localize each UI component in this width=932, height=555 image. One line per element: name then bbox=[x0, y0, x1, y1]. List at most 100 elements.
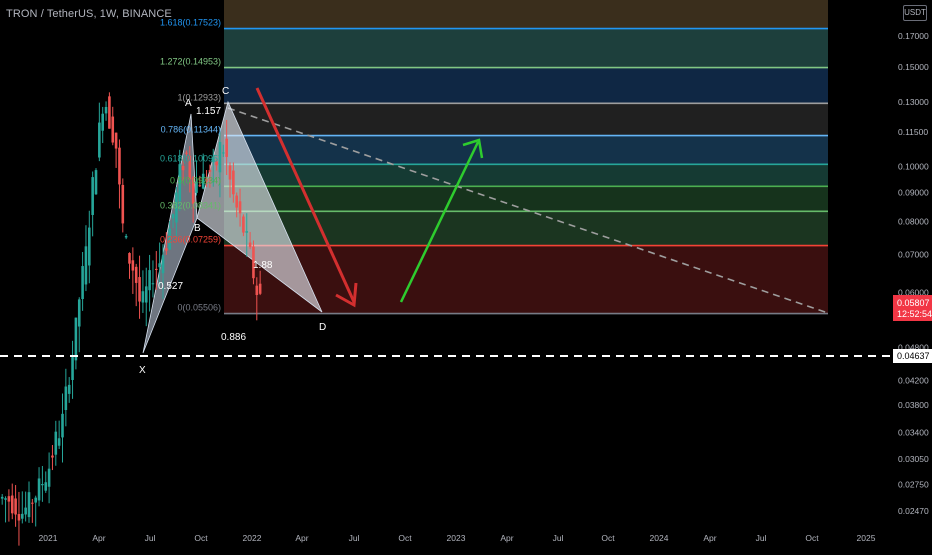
y-axis-tick-label: 0.03050 bbox=[898, 454, 929, 464]
price-axis: 0.17000 0.15000 0.13000 0.11500 0.10000 0.090… bbox=[898, 31, 929, 516]
candle-body bbox=[151, 283, 155, 285]
symbol-title[interactable]: TRON / TetherUS, 1W, BINANCE bbox=[6, 8, 172, 20]
fib-level-label: 1(0.12933) bbox=[177, 92, 221, 102]
hline-price-value: 0.04637 bbox=[897, 351, 930, 361]
y-axis-tick-label: 0.13000 bbox=[898, 97, 929, 107]
candle-body bbox=[54, 431, 58, 455]
x-axis-tick-label: Jul bbox=[756, 533, 767, 543]
fib-level-label: 0.382(0.08341) bbox=[160, 200, 221, 210]
y-axis-tick-label: 0.03800 bbox=[898, 400, 929, 410]
candle-body bbox=[235, 195, 238, 208]
x-axis-tick-label: Apr bbox=[703, 533, 716, 543]
candle-body bbox=[242, 216, 245, 233]
fib-zone bbox=[224, 67, 828, 104]
ratio-abc-label: 1.157 bbox=[196, 106, 221, 117]
candle-body bbox=[158, 263, 161, 268]
point-d-label: D bbox=[319, 322, 326, 333]
candle-body bbox=[81, 266, 84, 300]
candle-body bbox=[155, 268, 158, 270]
y-axis-tick-label: 0.15000 bbox=[898, 62, 929, 72]
point-x-label: X bbox=[139, 365, 146, 376]
candle-body bbox=[77, 299, 81, 327]
point-c-label: C bbox=[222, 86, 229, 97]
candle-body bbox=[171, 214, 175, 219]
candle-body bbox=[148, 270, 151, 291]
candle-body bbox=[7, 496, 11, 502]
candle-body bbox=[71, 357, 74, 380]
candle-body bbox=[10, 495, 14, 514]
x-axis-tick-label: Apr bbox=[295, 533, 308, 543]
x-axis-tick-label: Oct bbox=[805, 533, 819, 543]
chart[interactable]: X A B C D 0.527 1.157 1.88 0.886 1.618(0… bbox=[0, 0, 932, 550]
point-b-label: B bbox=[194, 223, 201, 234]
y-axis-tick-label: 0.08000 bbox=[898, 217, 929, 227]
candle-body bbox=[98, 122, 101, 158]
candle-body bbox=[121, 184, 125, 224]
candle-body bbox=[101, 113, 104, 131]
candle-body bbox=[131, 260, 135, 271]
fib-level-label: 0(0.05506) bbox=[177, 303, 221, 313]
x-axis-tick-label: 2021 bbox=[39, 533, 58, 543]
candle-body bbox=[14, 498, 17, 515]
fib-level-label: 0.236(0.07259) bbox=[160, 235, 221, 245]
candle-body bbox=[31, 502, 34, 504]
fib-level-label: 0.618(0.10095) bbox=[160, 153, 221, 163]
ratio-bcd-label: 1.88 bbox=[253, 260, 273, 271]
candle-body bbox=[67, 384, 71, 394]
candle-body bbox=[258, 283, 262, 294]
x-axis-tick-label: Oct bbox=[194, 533, 208, 543]
x-axis-tick-label: 2024 bbox=[650, 533, 669, 543]
x-axis-tick-label: 2023 bbox=[447, 533, 466, 543]
x-axis-tick-label: 2022 bbox=[243, 533, 262, 543]
candle-body bbox=[61, 413, 64, 438]
fib-zone-top bbox=[224, 0, 828, 29]
candle-body bbox=[94, 170, 98, 195]
candle-body bbox=[44, 482, 48, 491]
y-axis-tick-label: 0.09000 bbox=[898, 188, 929, 198]
currency-badge[interactable]: USDT bbox=[903, 5, 927, 21]
y-axis-tick-label: 0.03400 bbox=[898, 427, 929, 437]
ratio-xab-label: 0.527 bbox=[158, 281, 183, 292]
x-axis-tick-label: Oct bbox=[398, 533, 412, 543]
price-tags: 0.05807 12:52:54 0.04637 bbox=[893, 295, 932, 363]
candle-body bbox=[118, 147, 121, 185]
candle-body bbox=[74, 317, 78, 361]
candle-body bbox=[91, 177, 94, 215]
y-axis-tick-label: 0.02750 bbox=[898, 480, 929, 490]
candle-body bbox=[24, 507, 27, 515]
candle-body bbox=[4, 498, 7, 500]
candle-body bbox=[208, 170, 212, 172]
candle-body bbox=[222, 152, 225, 154]
fib-zone bbox=[224, 135, 828, 165]
candle-body bbox=[248, 242, 252, 248]
x-axis-tick-label: Jul bbox=[145, 533, 156, 543]
chart-canvas[interactable]: X A B C D 0.527 1.157 1.88 0.886 1.618(0… bbox=[0, 0, 932, 550]
x-axis-tick-label: Oct bbox=[601, 533, 615, 543]
countdown-value: 12:52:54 bbox=[897, 309, 932, 319]
candle-body bbox=[144, 286, 148, 303]
fib-zone bbox=[224, 28, 828, 68]
candle-body bbox=[64, 386, 68, 411]
candle-body bbox=[232, 170, 235, 195]
last-price-value: 0.05807 bbox=[897, 298, 930, 308]
candle-body bbox=[108, 96, 111, 129]
x-axis-tick-label: 2025 bbox=[857, 533, 876, 543]
y-axis-tick-label: 0.11500 bbox=[898, 127, 928, 137]
candle-body bbox=[88, 227, 91, 266]
x-axis-tick-label: Jul bbox=[349, 533, 360, 543]
fib-extension-zones bbox=[224, 0, 828, 314]
y-axis-tick-label: 0.04200 bbox=[898, 375, 929, 385]
x-axis-tick-label: Apr bbox=[500, 533, 513, 543]
fib-zone bbox=[224, 103, 828, 136]
candle-body bbox=[238, 201, 242, 214]
candle-body bbox=[228, 165, 232, 180]
candle-body bbox=[124, 235, 128, 238]
candle-body bbox=[57, 438, 61, 446]
candle-body bbox=[41, 483, 44, 486]
candle-body bbox=[104, 106, 108, 114]
fib-zone bbox=[224, 186, 828, 212]
candle-body bbox=[37, 478, 41, 501]
candle-body bbox=[114, 132, 118, 149]
time-axis: 2021 Apr Jul Oct 2022 Apr Jul Oct 2023 Apr Jul Oct 2… bbox=[39, 533, 876, 543]
fib-level-label: 0.5(0.09234) bbox=[170, 175, 221, 185]
